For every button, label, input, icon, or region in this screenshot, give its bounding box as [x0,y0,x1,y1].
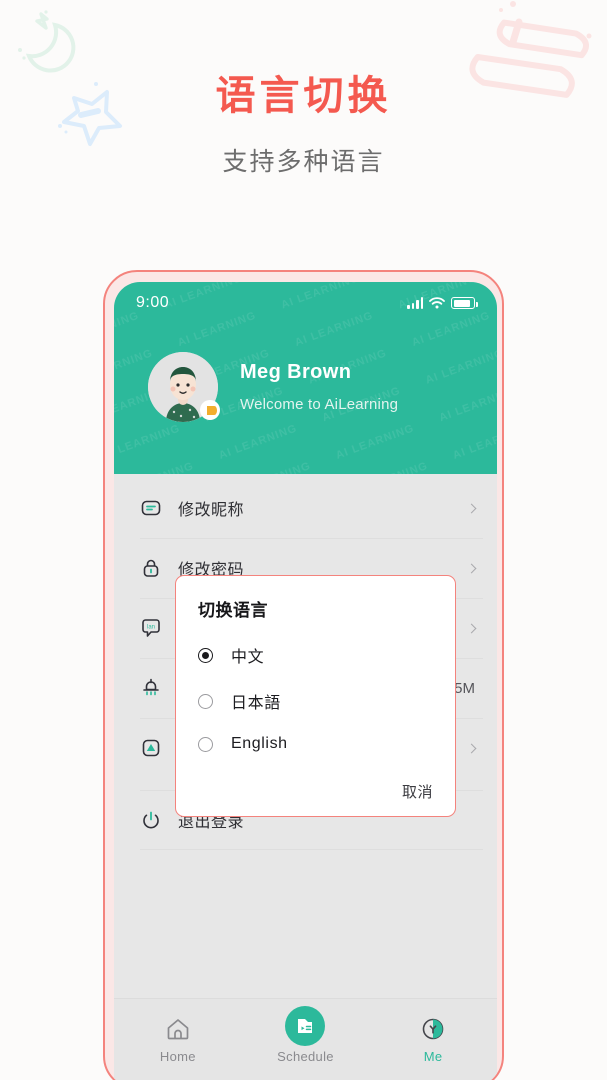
tab-home-label: Home [159,1049,196,1064]
power-icon [140,809,162,831]
chevron-right-icon [466,743,477,753]
settings-row-right [466,503,477,513]
wifi-icon [429,297,445,309]
chevron-right-icon [466,563,477,573]
avatar-badge-icon [200,400,220,420]
phone-screen: AI LEARNINGAI LEARNINGAI LEARNINGAI LEAR… [114,282,497,1080]
chevron-right-icon [466,503,477,513]
avatar[interactable] [148,352,220,422]
dialog-title: 切换语言 [198,601,268,620]
language-option[interactable]: 日本語 [198,689,433,713]
radio-button[interactable] [198,647,213,663]
page-title: 语言切换 [215,74,392,118]
profile-block: Meg Brown Welcome to AiLearning [114,324,497,422]
edit-nickname-icon [140,497,162,519]
clear-cache-icon [140,677,162,699]
settings-row[interactable]: 修改昵称 [114,478,497,538]
page-root: 语言切换 支持多种语言 AI LEARNINGAI LEARNINGAI LEA… [0,0,607,1080]
tab-home[interactable]: Home [115,1011,241,1064]
me-icon [370,1011,496,1047]
schedule-icon [242,1006,368,1047]
tab-me[interactable]: Me [370,1011,496,1064]
radio-button[interactable] [198,736,213,752]
page-subtitle: 支持多种语言 [222,148,385,176]
status-icons [407,297,478,309]
profile-welcome: Welcome to AiLearning [240,396,399,413]
profile-name: Meg Brown [240,361,352,383]
language-option-label: 日本語 [231,695,281,712]
settings-row-label: 修改昵称 [178,502,245,519]
tab-me-label: Me [423,1049,443,1064]
chevron-right-icon [466,623,477,633]
bottom-tabbar: Home Schedule Me [114,998,497,1080]
settings-row-right [466,623,477,633]
language-icon: lan [140,617,162,639]
language-option-label: 中文 [231,649,265,666]
home-icon [115,1011,241,1047]
phone-mockup: AI LEARNINGAI LEARNINGAI LEARNINGAI LEAR… [103,270,504,1080]
radio-button[interactable] [198,693,213,709]
signal-bars-icon [407,297,423,309]
language-dialog: 切换语言 中文日本語 English 取消 [175,575,456,817]
lock-icon [140,557,162,579]
dialog-actions: 取消 [198,781,433,802]
moon-doodle-icon [18,10,76,73]
language-option-label: English [231,735,288,752]
dialog-options: 中文日本語 English [198,643,433,753]
language-option[interactable]: 中文 [198,643,433,667]
tab-schedule[interactable]: Schedule [242,1006,368,1064]
svg-text:lan: lan [147,625,155,631]
status-time: 9:00 [136,294,170,311]
language-option[interactable]: English [198,735,433,753]
battery-icon [451,297,478,309]
settings-row-right [466,743,477,753]
version-icon [140,737,162,759]
hero-section: 语言切换 支持多种语言 [0,72,607,178]
status-bar: 9:00 [114,282,497,324]
tab-schedule-label: Schedule [277,1049,334,1064]
profile-text: Meg Brown Welcome to AiLearning [240,361,398,413]
app-header: AI LEARNINGAI LEARNINGAI LEARNINGAI LEAR… [114,282,497,474]
settings-row-right [466,563,477,573]
cancel-button[interactable]: 取消 [402,784,433,801]
